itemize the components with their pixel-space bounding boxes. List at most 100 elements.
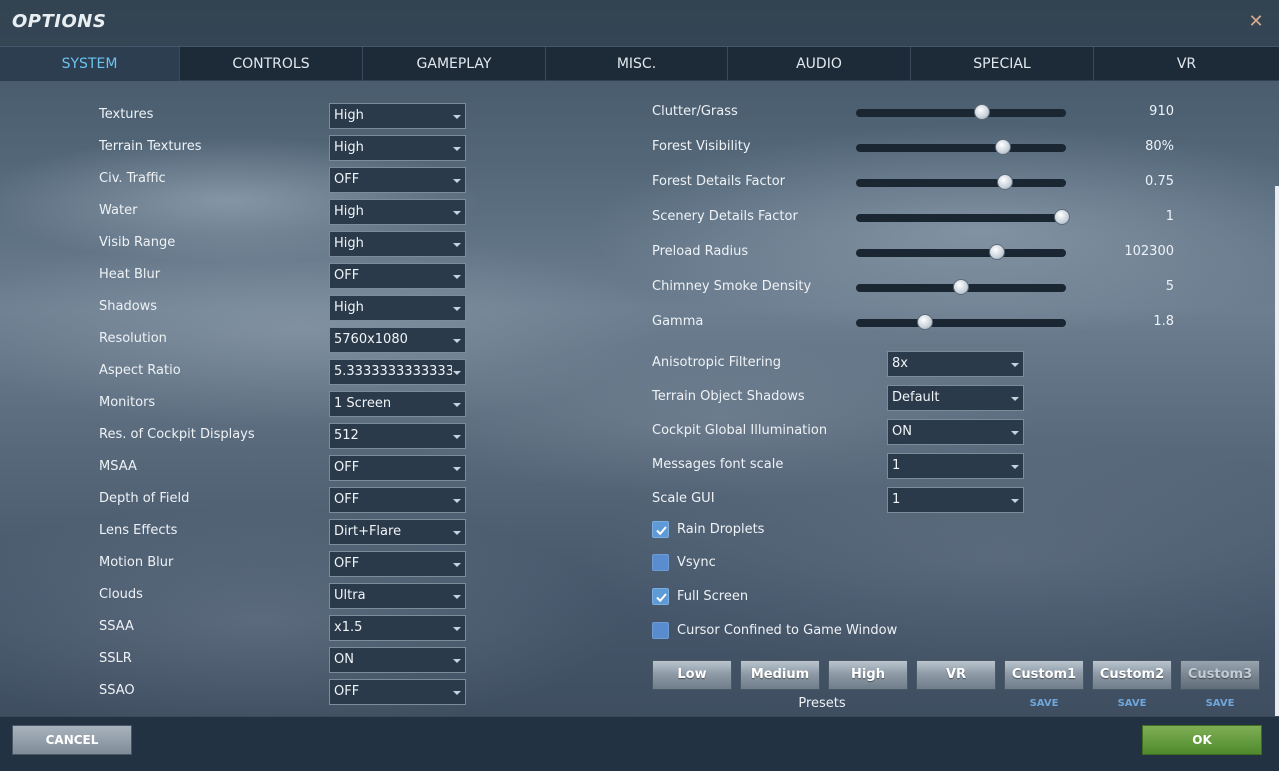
slider-row: Preload Radius 102300: [640, 240, 1240, 266]
save-custom1-link[interactable]: SAVE: [1004, 698, 1084, 709]
forest-visibility-slider[interactable]: [856, 139, 1066, 155]
gamma-slider[interactable]: [856, 314, 1066, 330]
preset-medium-button[interactable]: Medium: [740, 660, 820, 690]
select-value: OFF: [334, 684, 360, 699]
slider-label: Gamma: [652, 314, 704, 329]
chevron-down-icon: [1011, 363, 1019, 367]
forest-details-slider[interactable]: [856, 174, 1066, 190]
cursor-confined-checkbox[interactable]: [652, 622, 669, 639]
slider-knob[interactable]: [917, 314, 934, 330]
msaa-select[interactable]: OFF: [329, 455, 466, 481]
scenery-details-slider[interactable]: [856, 209, 1070, 225]
slider-knob[interactable]: [988, 244, 1005, 260]
visib-range-select[interactable]: High: [329, 231, 466, 257]
tab-system[interactable]: SYSTEM: [0, 47, 180, 81]
messages-font-scale-select[interactable]: 1: [887, 453, 1024, 479]
slider-knob[interactable]: [974, 104, 990, 120]
chevron-down-icon: [453, 595, 461, 599]
preset-custom3-button[interactable]: Custom3: [1180, 660, 1260, 690]
setting-label: SSLR: [99, 651, 132, 666]
rain-droplets-checkbox[interactable]: [652, 521, 669, 538]
setting-row: SSAO OFF: [0, 679, 640, 705]
full-screen-checkbox[interactable]: [652, 588, 669, 605]
preset-vr-button[interactable]: VR: [916, 660, 996, 690]
select-value: ON: [892, 424, 912, 439]
setting-row: SSLR ON: [0, 647, 640, 673]
select-value: Ultra: [334, 588, 366, 603]
preset-low-button[interactable]: Low: [652, 660, 732, 690]
setting-row: Motion Blur OFF: [0, 551, 640, 577]
setting-row: Monitors 1 Screen: [0, 391, 640, 417]
slider-knob[interactable]: [995, 139, 1011, 155]
setting-row: Depth of Field OFF: [0, 487, 640, 513]
preset-high-button[interactable]: High: [828, 660, 908, 690]
tab-label: SYSTEM: [61, 56, 118, 72]
close-icon[interactable]: ✕: [1246, 12, 1266, 32]
tab-controls[interactable]: CONTROLS: [180, 47, 363, 81]
preset-custom1-button[interactable]: Custom1: [1004, 660, 1084, 690]
heat-blur-select[interactable]: OFF: [329, 263, 466, 289]
bottom-bar: [0, 716, 1279, 771]
anisotropic-filtering-select[interactable]: 8x: [887, 351, 1024, 377]
checkbox-label: Full Screen: [677, 589, 749, 604]
setting-row: Cockpit Global Illumination ON: [640, 419, 1040, 445]
checkbox-row: Full Screen: [652, 587, 1052, 607]
setting-row: SSAA x1.5: [0, 615, 640, 641]
ssao-select[interactable]: OFF: [329, 679, 466, 705]
tab-vr[interactable]: VR: [1094, 47, 1279, 81]
vsync-checkbox[interactable]: [652, 554, 669, 571]
preset-custom2-button[interactable]: Custom2: [1092, 660, 1172, 690]
checkbox-row: Rain Droplets: [652, 520, 1052, 540]
tab-label: SPECIAL: [973, 56, 1031, 72]
scale-gui-select[interactable]: 1: [887, 487, 1024, 513]
lens-effects-select[interactable]: Dirt+Flare: [329, 519, 466, 545]
select-value: High: [334, 300, 364, 315]
tab-label: VR: [1176, 56, 1197, 72]
chevron-down-icon: [453, 659, 461, 663]
sslr-select[interactable]: ON: [329, 647, 466, 673]
tab-gameplay[interactable]: GAMEPLAY: [363, 47, 546, 81]
clouds-select[interactable]: Ultra: [329, 583, 466, 609]
slider-knob[interactable]: [953, 279, 969, 295]
chimney-smoke-slider[interactable]: [856, 279, 1066, 295]
save-custom3-link[interactable]: SAVE: [1180, 698, 1260, 709]
tab-misc[interactable]: MISC.: [546, 47, 728, 81]
motion-blur-select[interactable]: OFF: [329, 551, 466, 577]
textures-select[interactable]: High: [329, 103, 466, 129]
slider-row: Forest Details Factor 0.75: [640, 170, 1240, 196]
aspect-ratio-select[interactable]: 5.3333333333333: [329, 359, 466, 385]
setting-row: Civ. Traffic OFF: [0, 167, 640, 193]
resolution-select[interactable]: 5760x1080: [329, 327, 466, 353]
select-value: 1: [892, 492, 901, 507]
slider-label: Forest Details Factor: [652, 174, 786, 189]
cockpit-displays-select[interactable]: 512: [329, 423, 466, 449]
setting-label: Monitors: [99, 395, 156, 410]
cockpit-illumination-select[interactable]: ON: [887, 419, 1024, 445]
slider-row: Clutter/Grass 910: [640, 100, 1240, 126]
cancel-button[interactable]: CANCEL: [12, 725, 132, 755]
tab-special[interactable]: SPECIAL: [911, 47, 1094, 81]
water-select[interactable]: High: [329, 199, 466, 225]
chevron-down-icon: [453, 307, 461, 311]
presets-label: Presets: [798, 696, 846, 711]
slider-knob[interactable]: [997, 174, 1014, 190]
setting-row: Clouds Ultra: [0, 583, 640, 609]
terrain-textures-select[interactable]: High: [329, 135, 466, 161]
select-value: High: [334, 204, 364, 219]
monitors-select[interactable]: 1 Screen: [329, 391, 466, 417]
save-custom2-link[interactable]: SAVE: [1092, 698, 1172, 709]
terrain-object-shadows-select[interactable]: Default: [887, 385, 1024, 411]
shadows-select[interactable]: High: [329, 295, 466, 321]
select-value: OFF: [334, 460, 360, 475]
chevron-down-icon: [453, 627, 461, 631]
clutter-grass-slider[interactable]: [856, 104, 1066, 120]
civ-traffic-select[interactable]: OFF: [329, 167, 466, 193]
preload-radius-slider[interactable]: [856, 244, 1066, 260]
slider-knob[interactable]: [1053, 209, 1070, 225]
ok-button[interactable]: OK: [1142, 725, 1262, 755]
checkbox-label: Rain Droplets: [677, 522, 765, 537]
depth-of-field-select[interactable]: OFF: [329, 487, 466, 513]
checkmark-icon: [656, 593, 667, 603]
tab-audio[interactable]: AUDIO: [728, 47, 911, 81]
ssaa-select[interactable]: x1.5: [329, 615, 466, 641]
